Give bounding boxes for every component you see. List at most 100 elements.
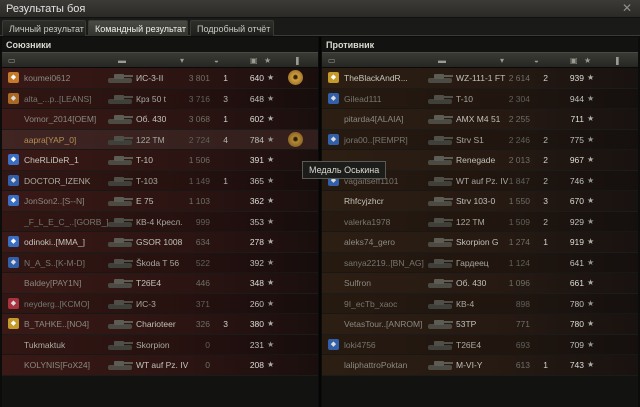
table-row[interactable]: Tukmaktuk Skorpion 0 231 ★ bbox=[2, 334, 318, 355]
damage-value: 371 bbox=[195, 298, 210, 309]
medal-icon[interactable]: ✹ bbox=[288, 70, 303, 85]
table-row[interactable]: ◆ koumei0612 ИС-3-II 3 801 1 640 ★ ✹ bbox=[2, 68, 318, 89]
enemies-table-header: ▭ ▬ ▾ ◒ ▣ ★ ❚ bbox=[322, 52, 638, 68]
tank-icon bbox=[106, 92, 134, 106]
table-row[interactable]: Vomor_2014[OEM] Об. 430 3 068 1 602 ★ bbox=[2, 109, 318, 130]
table-row[interactable]: ◆ TheBlackAndR... WZ-111-1 FT 2 614 2 939 ★ bbox=[322, 68, 638, 89]
tank-icon bbox=[106, 133, 134, 147]
tab-bar: Личный результат Командный результат Под… bbox=[0, 18, 640, 36]
squad-icon[interactable]: ▭ bbox=[328, 56, 336, 65]
tank-icon[interactable]: ▬ bbox=[438, 56, 446, 65]
table-row[interactable]: aapra[YAP_0] 122 TM 2 724 4 784 ★ ✹ bbox=[2, 129, 318, 150]
tab-detailed-report[interactable]: Подробный отчёт bbox=[190, 20, 274, 36]
tank-icon bbox=[426, 256, 454, 270]
player-name: Sulfron bbox=[344, 278, 371, 288]
player-name: Gilead111 bbox=[344, 93, 382, 104]
star-icon: ★ bbox=[267, 298, 275, 308]
xp-value: 641 bbox=[569, 257, 584, 268]
frags-value: 2 bbox=[543, 216, 548, 227]
tank-icon bbox=[426, 153, 454, 167]
player-name: alta_...p..[LEANS] bbox=[24, 93, 92, 104]
level-icon[interactable]: ▾ bbox=[500, 56, 504, 65]
table-row[interactable]: Sulfron Об. 430 1 096 661 ★ bbox=[322, 273, 638, 294]
table-row[interactable]: ◆ CheRLiDeR_1 T-10 1 506 391 ★ bbox=[2, 150, 318, 171]
tank-icon bbox=[426, 194, 454, 208]
medal-icon[interactable]: ❚ bbox=[614, 56, 621, 65]
tank-icon bbox=[426, 174, 454, 188]
tank-icon bbox=[106, 256, 134, 270]
vehicle-name: ИС-3 bbox=[136, 298, 156, 309]
allies-table-header: ▭ ▬ ▾ ◒ ▣ ★ ❚ bbox=[2, 52, 318, 68]
table-row[interactable]: aleks74_gero Skorpion G 1 274 1 919 ★ bbox=[322, 232, 638, 253]
table-row[interactable]: ◆ B_TAHKE..[NO4] Charioteer 326 3 380 ★ bbox=[2, 314, 318, 335]
table-row[interactable]: ◆ alta_...p..[LEANS] Крз 50 t 3 716 3 648 ★ bbox=[2, 88, 318, 109]
table-row[interactable]: ◆ loki4756 T26E4 693 709 ★ bbox=[322, 334, 638, 355]
frags-value: 2 bbox=[543, 155, 548, 165]
damage-value: 898 bbox=[515, 298, 530, 309]
table-row[interactable]: Baldey[PAY1N] T26E4 446 348 ★ bbox=[2, 273, 318, 294]
enemies-title: Противник bbox=[326, 40, 375, 50]
star-icon: ★ bbox=[267, 257, 275, 267]
star-icon: ★ bbox=[587, 134, 595, 144]
table-row[interactable]: ◆ odinoki..[MMA_] GSOR 1008 634 278 ★ bbox=[2, 232, 318, 253]
table-row[interactable]: 9I_ecTb_xaoc КВ-4 898 780 ★ bbox=[322, 293, 638, 314]
xp-value: 780 bbox=[569, 319, 584, 329]
player-name: Baldey[PAY1N] bbox=[24, 278, 82, 288]
vehicle-name: WZ-111-1 FT bbox=[456, 73, 506, 83]
star-icon: ★ bbox=[587, 257, 595, 267]
medal-icon[interactable]: ✹ bbox=[288, 131, 303, 147]
table-row[interactable]: _F_L_E_C_..[GORB_] КВ-4 Кресл. 999 353 ★ bbox=[2, 211, 318, 232]
player-name: aleks74_gero bbox=[344, 237, 396, 247]
star-icon: ★ bbox=[587, 237, 595, 246]
close-icon[interactable]: ✕ bbox=[620, 2, 634, 15]
table-row[interactable]: sanya2219..[BN_AG] Гардеец 1 124 641 ★ bbox=[322, 252, 638, 273]
enemies-panel: Противник ▭ ▬ ▾ ◒ ▣ ★ ❚ ◆ TheBlackAndR...… bbox=[322, 37, 638, 407]
table-row[interactable]: VetasTour..[ANROM] 53TP 771 780 ★ bbox=[322, 314, 638, 335]
star-icon[interactable]: ★ bbox=[584, 56, 591, 65]
tank-icon bbox=[426, 71, 454, 85]
player-name: neyderg..[KCMO] bbox=[24, 298, 90, 309]
clan-badge-icon: ◆ bbox=[8, 92, 19, 104]
star-icon[interactable]: ★ bbox=[264, 56, 271, 65]
vehicle-name: T-10 bbox=[456, 93, 474, 104]
table-row[interactable]: Rhfcyjzhcr Strv 103-0 1 550 3 670 ★ bbox=[322, 191, 638, 212]
clan-badge-icon: ◆ bbox=[8, 154, 19, 165]
vehicle-name: Об. 430 bbox=[456, 278, 487, 288]
star-icon: ★ bbox=[267, 360, 275, 369]
vehicle-icon[interactable]: ◒ bbox=[214, 56, 219, 65]
frags-icon[interactable]: ▣ bbox=[250, 56, 258, 65]
star-icon: ★ bbox=[267, 175, 275, 185]
table-row[interactable]: ◆ jora00..[REMPR] Strv S1 2 246 2 775 ★ bbox=[322, 129, 638, 150]
allies-title: Союзники bbox=[6, 40, 52, 50]
table-row[interactable]: laliphattroPoktan M-VI-Y 613 1 743 ★ bbox=[322, 355, 638, 376]
table-row[interactable]: ◆ neyderg..[KCMO] ИС-3 371 260 ★ bbox=[2, 293, 318, 314]
vehicle-icon[interactable]: ◒ bbox=[534, 56, 539, 65]
vehicle-name: 122 TM bbox=[136, 134, 165, 145]
medal-icon[interactable]: ❚ bbox=[294, 56, 301, 65]
player-name: DOCTOR_IZENK bbox=[24, 175, 91, 186]
xp-value: 775 bbox=[569, 134, 584, 145]
table-row[interactable]: ◆ JonSon2..[S--N] E 75 1 103 362 ★ bbox=[2, 191, 318, 212]
table-row[interactable]: ◆ Gilead111 T-10 2 304 944 ★ bbox=[322, 88, 638, 109]
table-row[interactable]: KOLYNIS[FoX24] WT auf Pz. IV 0 208 ★ bbox=[2, 355, 318, 376]
level-icon[interactable]: ▾ bbox=[180, 56, 184, 65]
table-row[interactable]: ◆ N_A_S..[K-M-D] Škoda T 56 522 392 ★ bbox=[2, 252, 318, 273]
tab-team-result[interactable]: Командный результат bbox=[88, 20, 188, 36]
tank-icon[interactable]: ▬ bbox=[118, 56, 126, 65]
squad-icon[interactable]: ▭ bbox=[8, 56, 16, 65]
damage-value: 1 506 bbox=[188, 155, 210, 165]
tank-icon bbox=[106, 235, 134, 249]
star-icon: ★ bbox=[587, 339, 595, 349]
damage-value: 326 bbox=[195, 319, 210, 329]
table-row[interactable]: valerka1978 122 TM 1 509 2 929 ★ bbox=[322, 211, 638, 232]
vehicle-name: 53TP bbox=[456, 319, 477, 329]
table-row[interactable]: pitardа4[ALAIA] AMX M4 51 2 255 711 ★ bbox=[322, 109, 638, 130]
vehicle-name: ИС-3-II bbox=[136, 73, 164, 83]
frags-icon[interactable]: ▣ bbox=[570, 56, 578, 65]
tab-personal-result[interactable]: Личный результат bbox=[2, 20, 86, 36]
tank-icon bbox=[426, 297, 454, 311]
vehicle-name: T-10 bbox=[136, 155, 154, 165]
frags-value: 2 bbox=[543, 73, 548, 83]
damage-value: 613 bbox=[515, 360, 530, 370]
table-row[interactable]: ◆ DOCTOR_IZENK T-103 1 149 1 365 ★ bbox=[2, 170, 318, 191]
